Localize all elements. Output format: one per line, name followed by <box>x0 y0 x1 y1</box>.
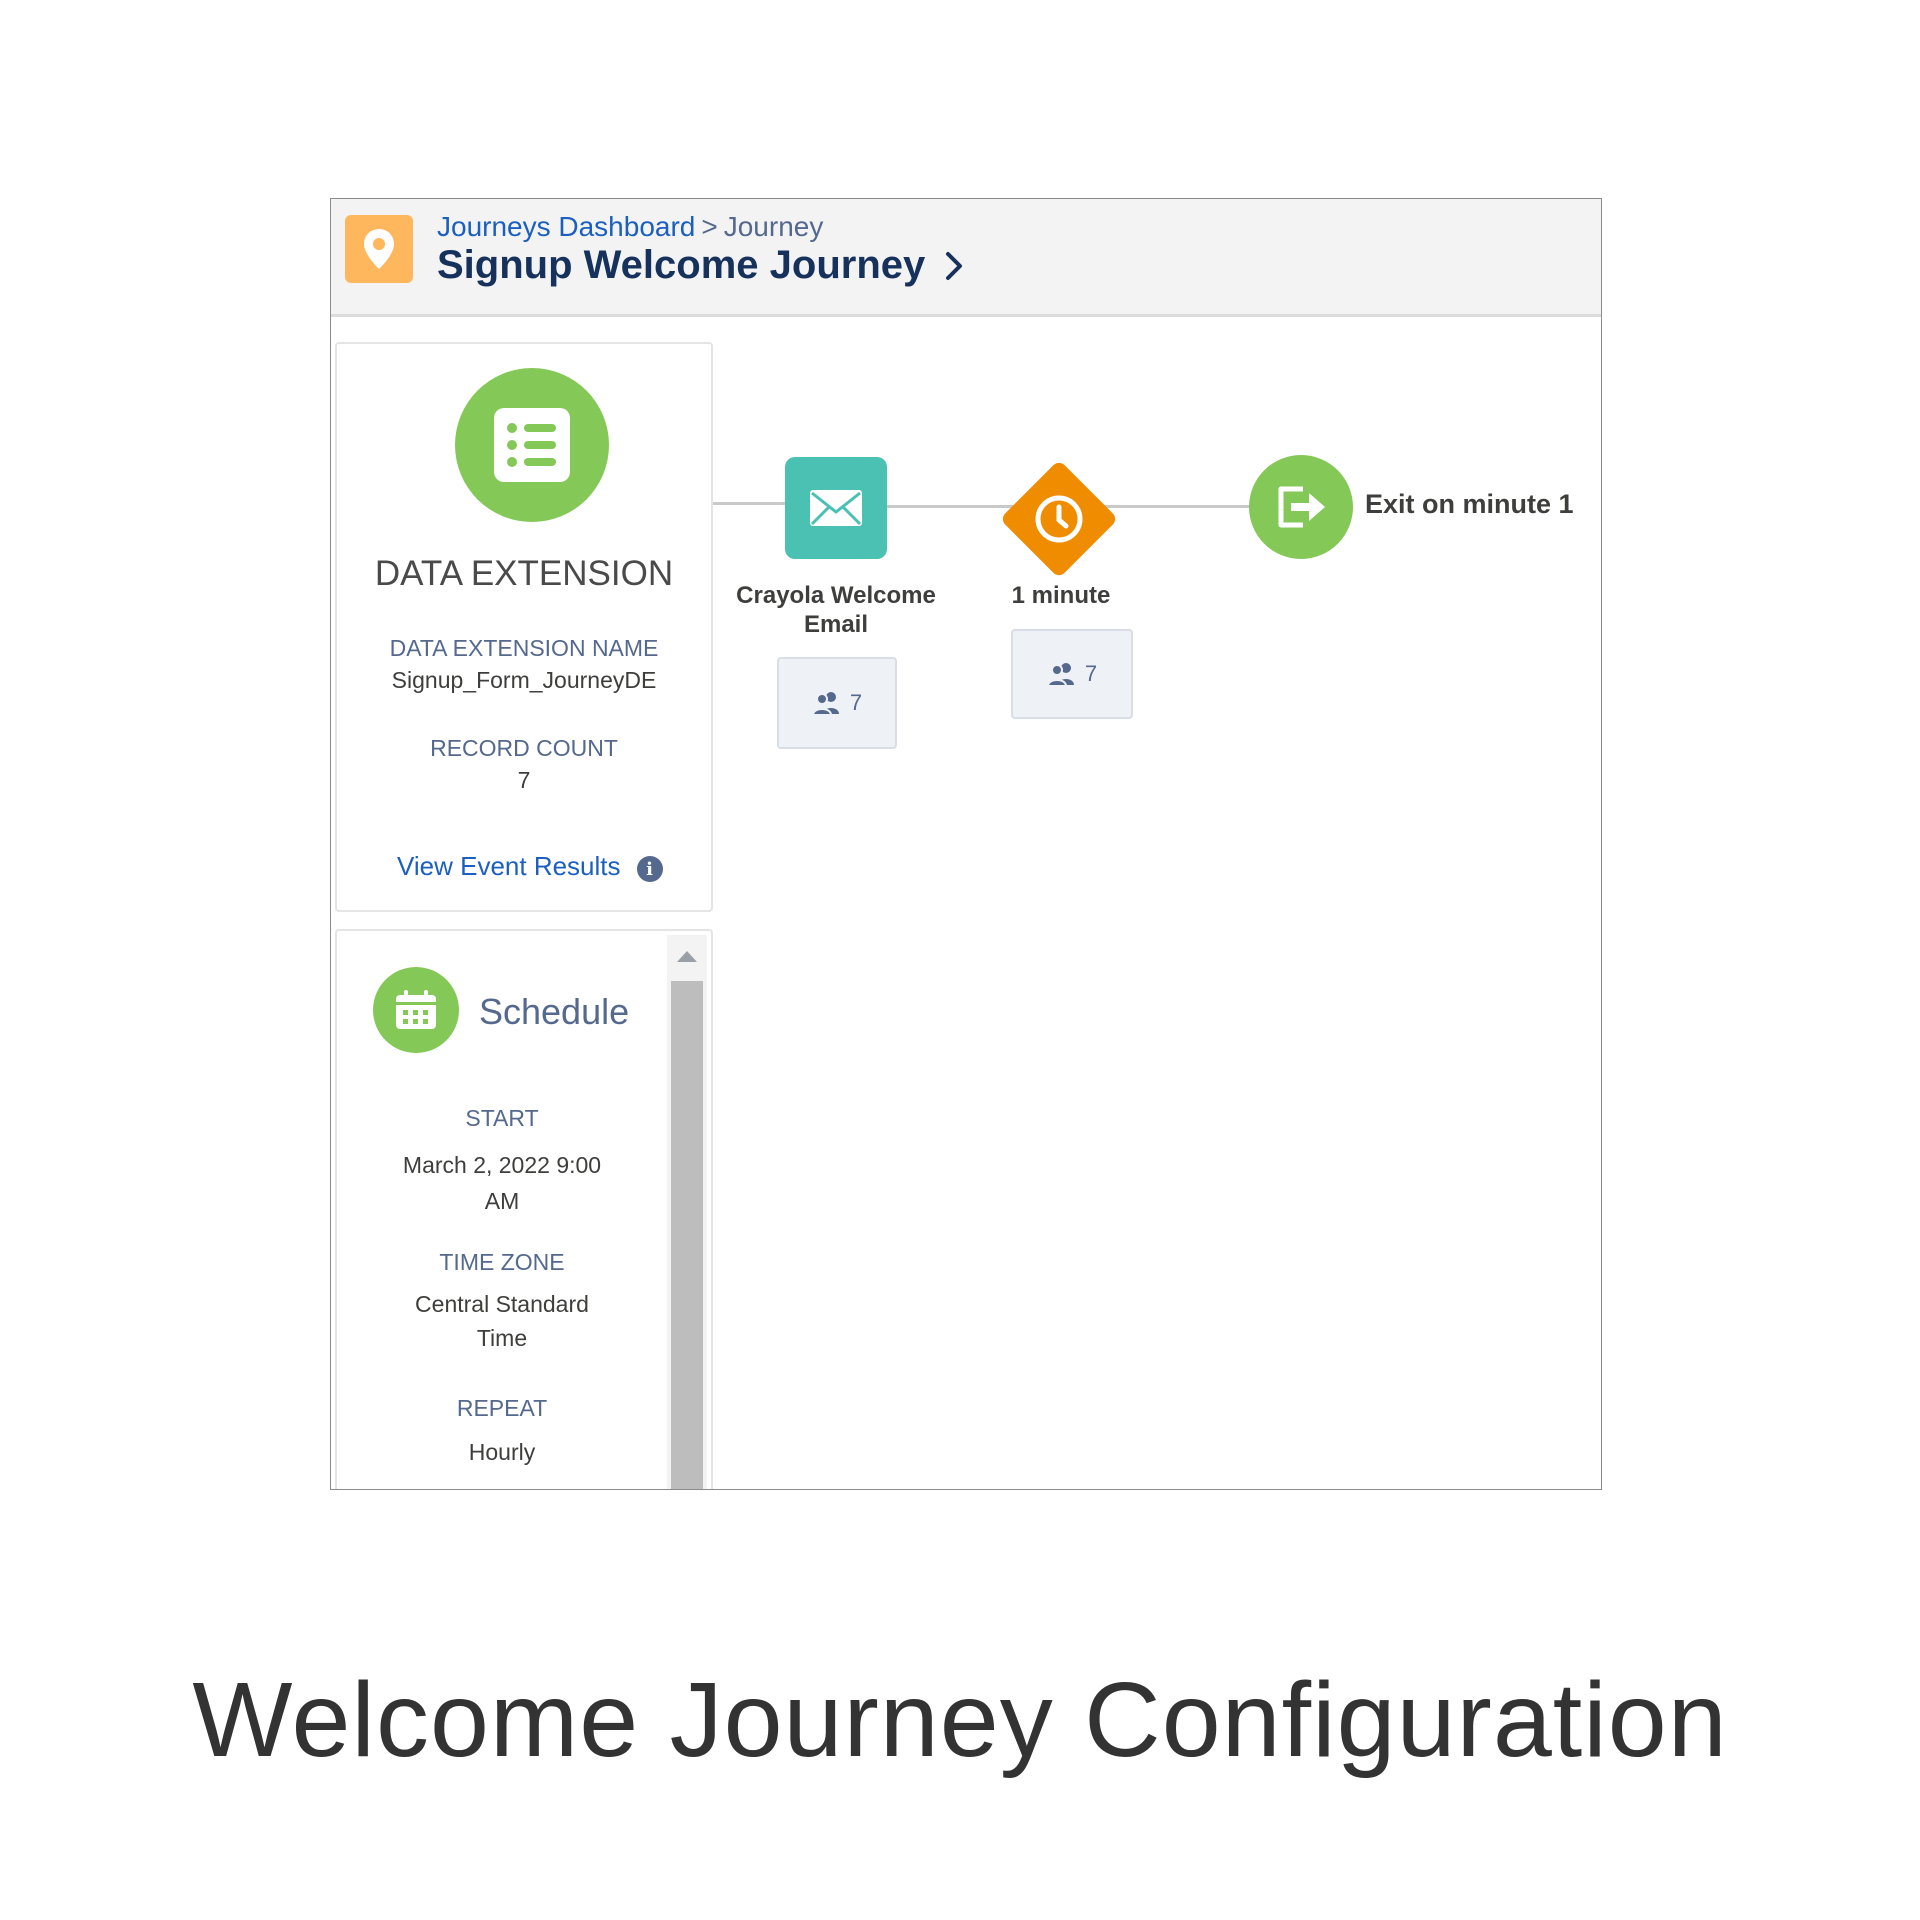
chevron-right-icon[interactable] <box>945 251 963 281</box>
breadcrumb: Journeys Dashboard > Journey <box>437 211 823 243</box>
map-pin-icon <box>345 215 413 283</box>
page-title: Signup Welcome Journey <box>437 243 926 287</box>
email-activity-label: Crayola Welcome Email <box>736 582 936 638</box>
exit-icon <box>1278 486 1325 528</box>
exit-node[interactable] <box>1249 455 1353 559</box>
breadcrumb-separator: > <box>701 211 718 242</box>
time-zone-value: Central Standard Time <box>415 1291 589 1351</box>
repeat-label: REPEAT <box>456 1395 548 1421</box>
data-extension-name-value: Signup_Form_JourneyDE <box>391 667 657 693</box>
breadcrumb-current: Journey <box>723 211 824 242</box>
wait-activity-count: 7 <box>1084 661 1098 686</box>
clock-icon <box>1029 489 1089 549</box>
schedule-title: Schedule <box>479 991 630 1032</box>
email-activity-count-badge[interactable]: 7 <box>777 657 897 749</box>
email-activity-count: 7 <box>849 690 863 715</box>
wait-activity-count-badge[interactable]: 7 <box>1011 629 1133 719</box>
start-label: START <box>465 1105 539 1131</box>
contacts-icon <box>1046 663 1074 687</box>
connector-line <box>887 505 1023 508</box>
view-event-results-link[interactable]: View Event Results <box>397 851 621 882</box>
schedule-scrollbar[interactable] <box>667 935 707 1489</box>
data-extension-heading: DATA EXTENSION <box>374 554 674 593</box>
connector-line <box>1097 505 1253 508</box>
wait-activity-label: 1 minute <box>1011 582 1111 609</box>
exit-label: Exit on minute 1 <box>1365 489 1574 519</box>
breadcrumb-link-journeys-dashboard[interactable]: Journeys Dashboard <box>437 211 695 242</box>
envelope-icon <box>810 490 862 526</box>
list-icon <box>455 368 609 522</box>
contacts-icon <box>811 692 839 716</box>
schedule-card: Schedule START March 2, 2022 9:00 AM TIM… <box>335 929 713 1489</box>
journey-builder-window: Journeys Dashboard > Journey Signup Welcom… <box>330 198 1602 1490</box>
data-extension-name-label: DATA EXTENSION NAME <box>389 635 659 661</box>
page-header: Journeys Dashboard > Journey Signup Welcom… <box>331 199 1601 317</box>
info-icon[interactable]: i <box>636 856 663 882</box>
calendar-icon <box>373 967 459 1053</box>
record-count-value: 7 <box>517 767 531 793</box>
record-count-label: RECORD COUNT <box>430 735 618 761</box>
start-value: March 2, 2022 9:00 AM <box>402 1152 602 1214</box>
scroll-thumb[interactable] <box>671 981 703 1489</box>
data-extension-card: DATA EXTENSION DATA EXTENSION NAME Signu… <box>335 342 713 912</box>
scroll-up-arrow-icon[interactable] <box>677 951 697 962</box>
image-caption: Welcome Journey Configuration <box>192 1661 1728 1779</box>
repeat-value: Hourly <box>468 1439 536 1465</box>
connector-line <box>713 502 785 505</box>
time-zone-label: TIME ZONE <box>439 1249 565 1275</box>
email-activity-node[interactable] <box>785 457 887 559</box>
